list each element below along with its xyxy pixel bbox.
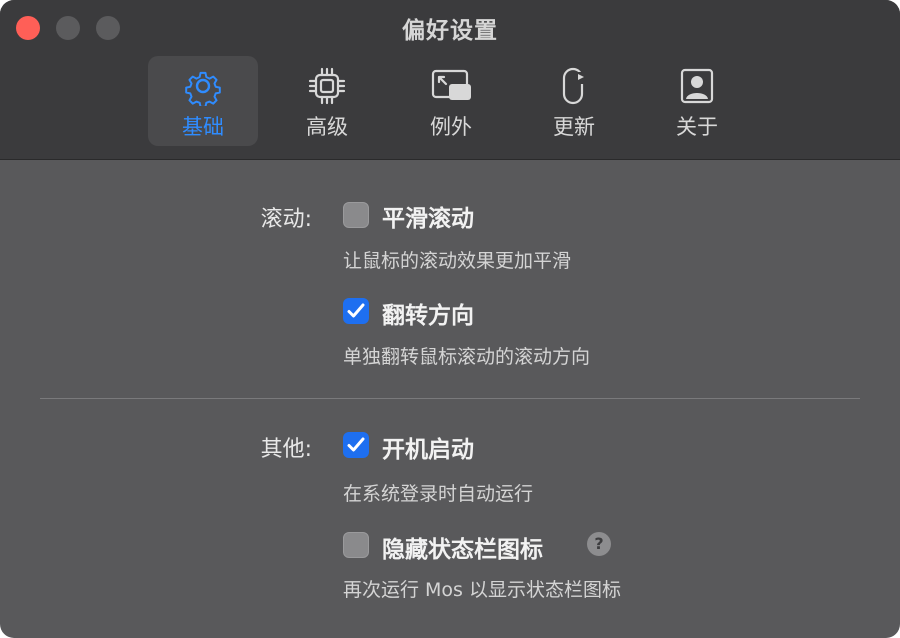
preferences-toolbar: 基础 高级 例外 更新 关于 xyxy=(0,56,900,146)
reverse-direction-checkbox[interactable] xyxy=(343,298,369,324)
checkmark-icon xyxy=(347,437,365,452)
person-card-icon xyxy=(680,68,714,104)
titlebar: 偏好设置 基础 高级 例外 更新 关于 xyxy=(0,0,900,160)
tab-update[interactable]: 更新 xyxy=(519,56,629,146)
help-button[interactable]: ? xyxy=(587,532,611,556)
cpu-icon xyxy=(308,67,346,105)
hide-status-bar-label[interactable]: 隐藏状态栏图标 xyxy=(382,530,543,564)
tab-basic[interactable]: 基础 xyxy=(148,56,258,146)
smooth-scroll-checkbox[interactable] xyxy=(343,202,369,228)
reverse-direction-description: 单独翻转鼠标滚动的滚动方向 xyxy=(343,346,591,368)
reverse-direction-label[interactable]: 翻转方向 xyxy=(382,296,474,330)
gear-icon xyxy=(185,71,221,106)
section-divider xyxy=(40,398,860,399)
preferences-window: 偏好设置 基础 高级 例外 更新 关于 滚动: 平滑滚动 让鼠标的滚动效果更加平… xyxy=(0,0,900,638)
tab-label: 高级 xyxy=(306,115,348,139)
launch-at-login-label[interactable]: 开机启动 xyxy=(382,430,474,464)
launch-at-login-description: 在系统登录时自动运行 xyxy=(343,483,534,505)
smooth-scroll-description: 让鼠标的滚动效果更加平滑 xyxy=(343,250,572,272)
hide-status-bar-description: 再次运行 Mos 以显示状态栏图标 xyxy=(343,579,621,601)
tab-exceptions[interactable]: 例外 xyxy=(396,56,506,146)
hide-status-bar-checkbox[interactable] xyxy=(343,532,369,558)
tab-label: 更新 xyxy=(553,115,595,139)
tab-label: 关于 xyxy=(676,115,718,139)
tab-label: 例外 xyxy=(430,115,472,139)
smooth-scroll-label[interactable]: 平滑滚动 xyxy=(382,199,474,233)
picture-in-picture-icon xyxy=(431,69,471,100)
other-section-label: 其他: xyxy=(260,437,312,462)
tab-advanced[interactable]: 高级 xyxy=(272,56,382,146)
tab-label: 基础 xyxy=(182,115,224,139)
tab-about[interactable]: 关于 xyxy=(642,56,752,146)
window-title: 偏好设置 xyxy=(402,18,498,44)
checkmark-icon xyxy=(347,303,365,318)
scroll-section-label: 滚动: xyxy=(260,207,312,232)
launch-at-login-checkbox[interactable] xyxy=(343,432,369,458)
refresh-icon xyxy=(562,67,588,105)
